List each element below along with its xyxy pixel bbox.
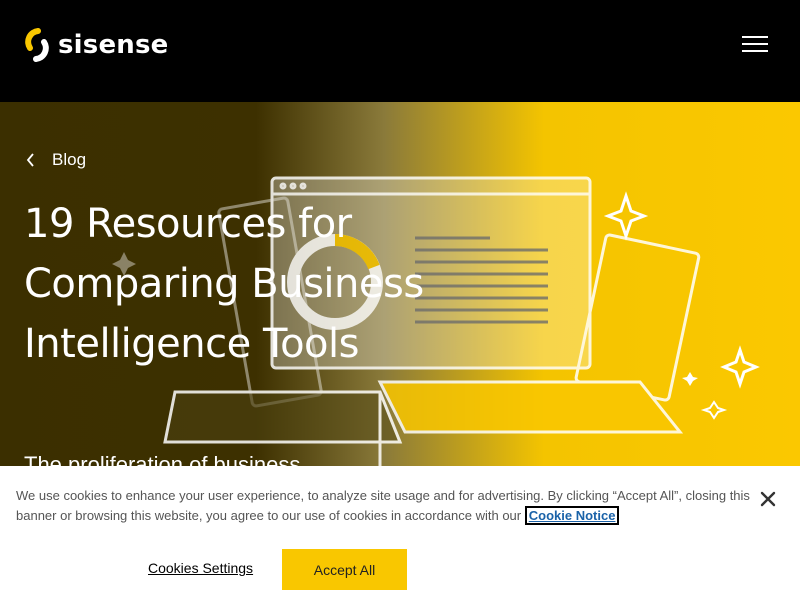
cookies-settings-button[interactable]: Cookies Settings <box>148 560 253 576</box>
site-header: sisense <box>0 0 800 102</box>
cookie-message: We use cookies to enhance your user expe… <box>16 488 750 523</box>
sisense-logo[interactable]: sisense <box>22 28 169 62</box>
breadcrumb-blog-link[interactable]: Blog <box>26 150 86 170</box>
hamburger-menu-icon[interactable] <box>742 36 768 54</box>
cookie-banner-text: We use cookies to enhance your user expe… <box>16 486 751 526</box>
cookie-banner: We use cookies to enhance your user expe… <box>0 466 800 600</box>
breadcrumb-label: Blog <box>52 150 87 169</box>
close-icon[interactable] <box>759 490 777 508</box>
page-title: 19 Resources for Comparing Business Inte… <box>24 201 424 367</box>
hero-subtitle: The proliferation of business <box>24 452 301 466</box>
logo-text: sisense <box>58 30 169 60</box>
hero-section: Blog 19 Resources for Comparing Business… <box>0 102 800 466</box>
cookie-notice-link[interactable]: Cookie Notice <box>524 506 620 525</box>
accept-all-button[interactable]: Accept All <box>282 549 407 590</box>
sisense-logo-icon <box>25 28 49 62</box>
chevron-left-icon <box>26 153 34 167</box>
